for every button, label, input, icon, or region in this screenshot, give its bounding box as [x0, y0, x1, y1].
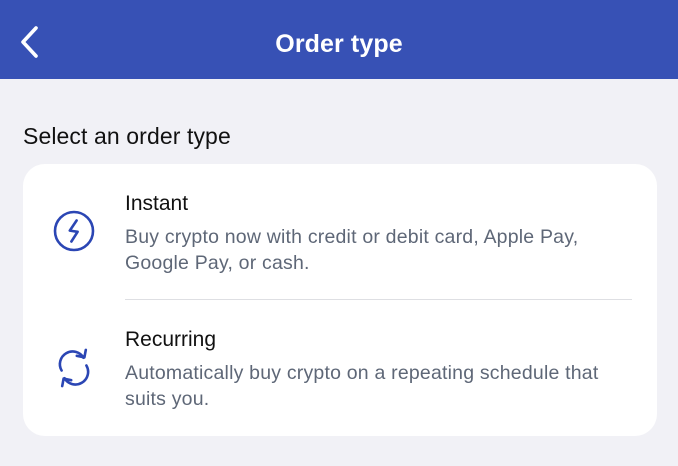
order-type-screen: Order type Select an order type Instant …	[0, 0, 678, 466]
repeat-arrows-icon	[58, 348, 90, 388]
section-heading: Select an order type	[23, 123, 231, 149]
option-title-recurring: Recurring	[125, 328, 217, 351]
option-instant[interactable]: Instant Buy crypto now with credit or de…	[23, 164, 657, 300]
option-recurring[interactable]: Recurring Automatically buy crypto on a …	[23, 300, 657, 436]
order-type-options-card: Instant Buy crypto now with credit or de…	[23, 164, 657, 436]
option-title-instant: Instant	[125, 192, 189, 215]
option-description-instant: Buy crypto now with credit or debit card…	[125, 226, 579, 274]
option-description-recurring: Automatically buy crypto on a repeating …	[125, 362, 599, 410]
lightning-circle-icon	[53, 210, 95, 252]
top-app-bar: Order type	[0, 0, 678, 79]
page-title: Order type	[275, 30, 403, 58]
